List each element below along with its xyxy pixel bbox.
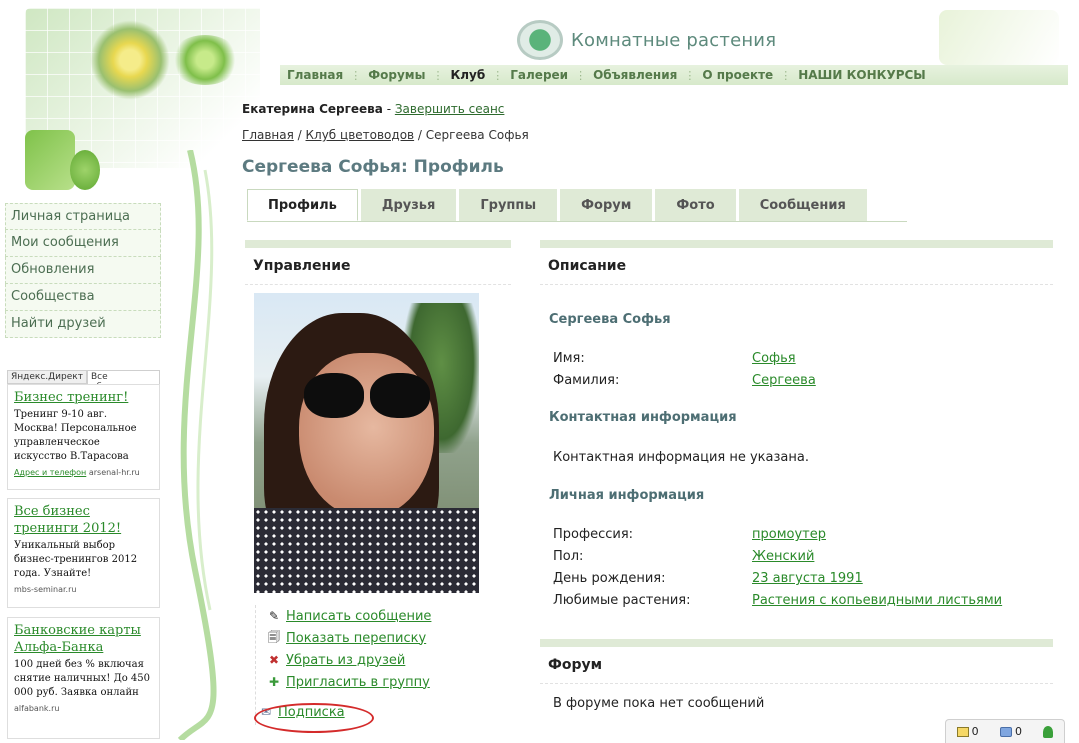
nav-galleries[interactable]: Галереи [503, 68, 575, 82]
field-label: Любимые растения: [553, 593, 691, 608]
tabs-divider [247, 221, 907, 222]
forum-title: Форум [540, 647, 1053, 684]
ad-contact-link[interactable]: Адрес и телефон [14, 468, 86, 477]
site-logo[interactable]: Комнатные растения [517, 20, 776, 60]
description-title: Описание [540, 248, 1053, 285]
nav-club[interactable]: Клуб [443, 68, 492, 82]
sidebar-item-find-friends[interactable]: Найти друзей [5, 311, 161, 338]
last-name-link[interactable]: Сергеева [752, 373, 816, 388]
ad-text: Тренинг 9-10 авг. Москва! Персональное у… [14, 409, 137, 462]
forum-panel: Форум [540, 639, 1053, 684]
tab-photo[interactable]: Фото [655, 189, 736, 221]
leaf-image [25, 130, 75, 190]
management-panel: Управление [245, 240, 511, 285]
sidebar-item-personal-page[interactable]: Личная страница [5, 203, 161, 230]
ad-domain: mbs-seminar.ru [14, 585, 77, 594]
succulent-image [170, 35, 240, 85]
ad-block[interactable]: Бизнес тренинг! Тренинг 9-10 авг. Москва… [7, 384, 160, 490]
ad-tabs: Яндекс.Директ Все объявления [7, 370, 160, 392]
action-write-message[interactable]: ✎ Написать сообщение [266, 605, 431, 627]
document-search-icon: 🗐 [268, 629, 280, 644]
tab-forum[interactable]: Форум [560, 189, 653, 221]
logo-leaf-icon [517, 20, 563, 60]
sidebar-item-my-messages[interactable]: Мои сообщения [5, 230, 161, 257]
pencil-icon: ✎ [268, 609, 280, 623]
current-user-name: Екатерина Сергеева [242, 102, 383, 116]
sprout-image [70, 150, 100, 190]
breadcrumb-current: Сергеева Софья [425, 128, 529, 142]
tab-profile[interactable]: Профиль [247, 189, 358, 221]
tab-messages[interactable]: Сообщения [738, 189, 867, 221]
nav-about[interactable]: О проекте [695, 68, 780, 82]
highlight-ellipse [254, 703, 374, 733]
ad-tab-all-ads[interactable]: Все объявления [86, 370, 160, 392]
sidebar-item-updates[interactable]: Обновления [5, 257, 161, 284]
nav-forums[interactable]: Форумы [361, 68, 432, 82]
breadcrumb-club[interactable]: Клуб цветоводов [306, 128, 415, 142]
ad-title[interactable]: Банковские карты Альфа-Банка [14, 622, 153, 656]
tab-groups[interactable]: Группы [459, 189, 558, 221]
ad-domain: alfabank.ru [14, 704, 60, 713]
contact-info-note: Контактная информация не указана. [553, 450, 809, 465]
profile-tabs: Профиль Друзья Группы Форум Фото Сообщен… [247, 189, 867, 221]
ad-text: Уникальный выбор бизнес-тренингов 2012 г… [14, 540, 138, 579]
sidebar-item-communities[interactable]: Сообщества [5, 284, 161, 311]
chat-icon [999, 726, 1012, 737]
top-navigation: Главная ⋮ Форумы ⋮ Клуб ⋮ Галереи ⋮ Объявлен… [280, 65, 1068, 85]
logout-link[interactable]: Завершить сеанс [395, 102, 505, 116]
field-label: День рождения: [553, 571, 666, 586]
field-label: Пол: [553, 549, 584, 564]
description-panel: Описание [540, 240, 1053, 285]
ad-title[interactable]: Все бизнес тренинги 2012! [14, 503, 153, 537]
water-lily-image [90, 20, 170, 100]
first-name-link[interactable]: Софья [752, 351, 796, 366]
ad-block[interactable]: Все бизнес тренинги 2012! Уникальный выб… [7, 498, 160, 608]
tab-friends[interactable]: Друзья [360, 189, 457, 221]
user-session-line: Екатерина Сергеева - Завершить сеанс [242, 102, 505, 116]
ad-domain: arsenal-hr.ru [88, 468, 140, 477]
forum-note: В форуме пока нет сообщений [553, 696, 765, 711]
profile-full-name: Сергеева Софья [549, 312, 671, 327]
sidebar-menu: Личная страница Мои сообщения Обновления… [5, 203, 161, 338]
header-dandelion-decoration [939, 10, 1059, 65]
status-widget: 0 0 [945, 719, 1065, 743]
gender-link[interactable]: Женский [752, 549, 814, 564]
nav-home[interactable]: Главная [280, 68, 350, 82]
messages-counter[interactable]: 0 [956, 725, 979, 738]
profession-link[interactable]: промоутер [752, 527, 826, 542]
field-label: Фамилия: [553, 373, 620, 388]
action-show-conversation[interactable]: 🗐 Показать переписку [266, 627, 431, 649]
plant-stem-decoration [177, 150, 217, 740]
birthday-link[interactable]: 23 августа 1991 [752, 571, 863, 586]
field-label: Имя: [553, 351, 585, 366]
ad-tab-yandex-direct[interactable]: Яндекс.Директ [7, 370, 87, 384]
ad-title[interactable]: Бизнес тренинг! [14, 389, 153, 406]
profile-photo[interactable] [254, 293, 479, 593]
profile-actions: ✎ Написать сообщение 🗐 Показать переписк… [266, 605, 431, 693]
personal-info-title: Личная информация [549, 488, 705, 503]
remove-user-icon: ✖ [268, 653, 280, 667]
action-invite-to-group[interactable]: ✚ Пригласить в группу [266, 671, 431, 693]
breadcrumb-home[interactable]: Главная [242, 128, 294, 142]
contact-info-title: Контактная информация [549, 410, 737, 425]
nav-ads[interactable]: Объявления [586, 68, 684, 82]
ad-block[interactable]: Банковские карты Альфа-Банка 100 дней бе… [7, 617, 160, 739]
user-status[interactable] [1043, 725, 1054, 738]
envelope-icon [956, 726, 969, 737]
action-remove-friend[interactable]: ✖ Убрать из друзей [266, 649, 431, 671]
nav-contests[interactable]: НАШИ КОНКУРСЫ [791, 68, 933, 82]
chat-counter[interactable]: 0 [999, 725, 1022, 738]
page-title: Сергеева Софья: Профиль [242, 157, 504, 177]
field-label: Профессия: [553, 527, 634, 542]
ad-text: 100 дней без % включая снятие наличных! … [14, 659, 151, 698]
site-name: Комнатные растения [571, 29, 777, 51]
breadcrumb: Главная / Клуб цветоводов / Сергеева Соф… [242, 128, 529, 142]
user-icon [1043, 725, 1054, 738]
management-title: Управление [245, 248, 511, 285]
favorite-plants-link[interactable]: Растения с копьевидными листьями [752, 593, 1002, 608]
add-group-icon: ✚ [268, 675, 280, 689]
